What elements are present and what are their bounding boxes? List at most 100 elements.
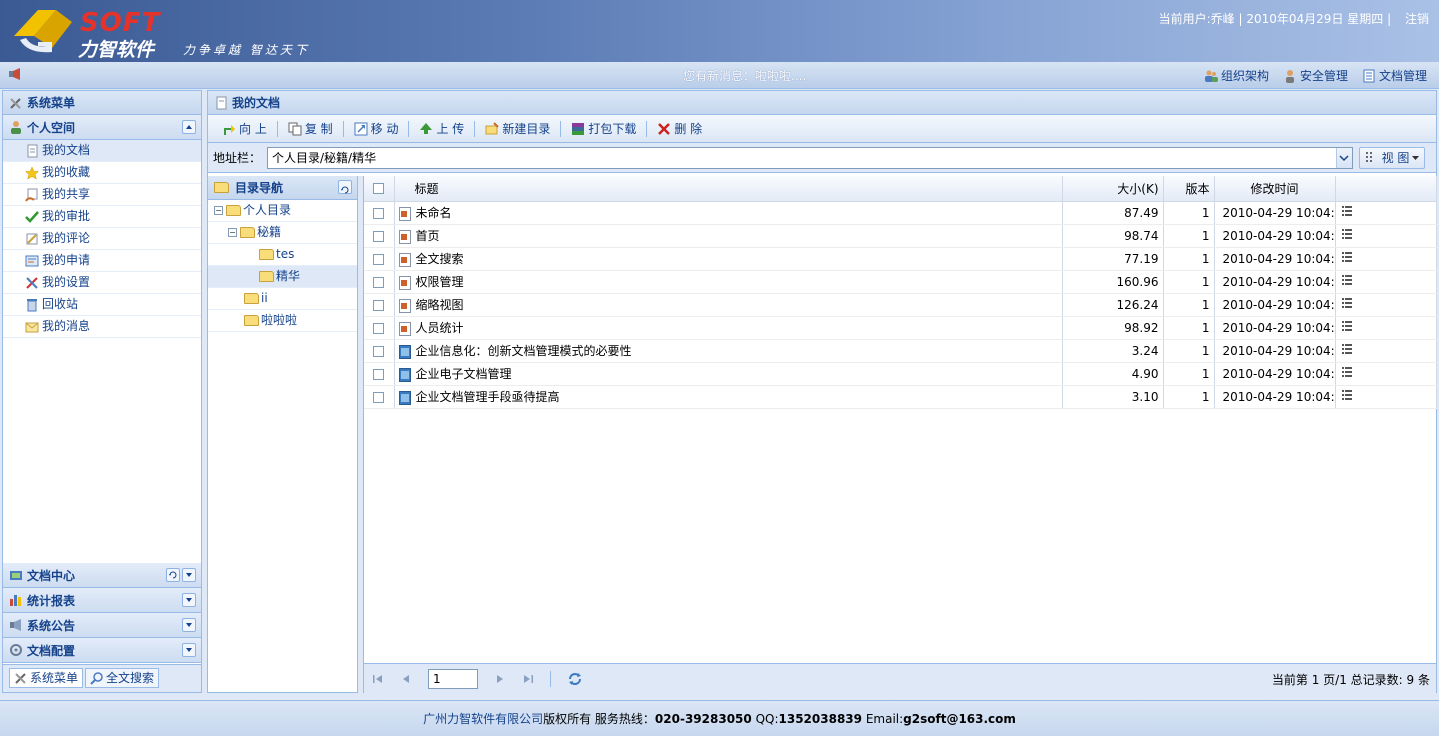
table-row[interactable]: 企业电子文档管理 4.9012010-04-29 10:04:42 xyxy=(364,362,1437,386)
system-notice-header[interactable]: 系统公告 xyxy=(3,613,201,638)
new-message-text[interactable]: 您有新消息：啦啦啦.... xyxy=(683,67,806,84)
refresh-icon[interactable] xyxy=(567,671,583,687)
row-checkbox[interactable] xyxy=(373,230,385,242)
row-checkbox[interactable] xyxy=(373,322,385,334)
footer-company[interactable]: 广州力智软件有限公司 xyxy=(423,712,543,726)
row-select-cell[interactable] xyxy=(364,339,395,363)
view-button[interactable]: 视 图 xyxy=(1359,146,1426,169)
row-actions-cell[interactable] xyxy=(1335,201,1437,225)
details-icon[interactable] xyxy=(1340,227,1354,241)
menu-item-my-approvals[interactable]: 我的审批 xyxy=(3,206,201,228)
row-actions-cell[interactable] xyxy=(1335,247,1437,271)
row-title[interactable]: 企业文档管理手段亟待提高 xyxy=(416,390,560,404)
select-all-header[interactable] xyxy=(364,176,395,202)
address-dropdown-icon[interactable] xyxy=(1336,147,1353,168)
tree-node-ii[interactable]: ii xyxy=(208,288,357,310)
tab-system-menu[interactable]: 系统菜单 xyxy=(9,668,84,688)
table-row[interactable]: 未命名 87.4912010-04-29 10:04:43 xyxy=(364,201,1437,225)
row-title-cell[interactable]: 首页 xyxy=(394,224,1063,248)
delete-button[interactable]: 删 除 xyxy=(649,118,710,140)
row-actions-cell[interactable] xyxy=(1335,224,1437,248)
menu-item-my-messages[interactable]: 我的消息 xyxy=(3,316,201,338)
menu-item-my-applications[interactable]: 我的申请 xyxy=(3,250,201,272)
details-icon[interactable] xyxy=(1340,365,1354,379)
menu-item-recycle-bin[interactable]: 回收站 xyxy=(3,294,201,316)
logout-link[interactable]: 注销 xyxy=(1405,12,1429,26)
select-all-checkbox[interactable] xyxy=(373,183,385,195)
new-folder-button[interactable]: 新建目录 xyxy=(477,118,558,140)
row-title-cell[interactable]: 权限管理 xyxy=(394,270,1063,294)
upload-button[interactable]: 上 传 xyxy=(411,118,472,140)
row-title-cell[interactable]: 企业电子文档管理 xyxy=(394,362,1063,386)
prev-page-icon[interactable] xyxy=(400,673,412,685)
column-version[interactable]: 版本 xyxy=(1163,176,1215,202)
document-config-header[interactable]: 文档配置 xyxy=(3,638,201,663)
document-management-link[interactable]: 文档管理 xyxy=(1362,67,1427,84)
row-title[interactable]: 人员统计 xyxy=(416,321,464,335)
package-download-button[interactable]: 打包下载 xyxy=(563,118,644,140)
row-select-cell[interactable] xyxy=(364,201,395,225)
details-icon[interactable] xyxy=(1340,388,1354,402)
row-title-cell[interactable]: 缩略视图 xyxy=(394,293,1063,317)
menu-item-my-favorites[interactable]: 我的收藏 xyxy=(3,162,201,184)
collapse-up-icon[interactable] xyxy=(182,120,196,134)
refresh-icon[interactable] xyxy=(338,180,352,194)
column-modified[interactable]: 修改时间 xyxy=(1214,176,1336,202)
table-row[interactable]: 首页 98.7412010-04-29 10:04:43 xyxy=(364,224,1437,248)
row-checkbox[interactable] xyxy=(373,207,385,219)
copy-button[interactable]: 复 制 xyxy=(280,118,341,140)
table-row[interactable]: 企业文档管理手段亟待提高 3.1012010-04-29 10:04:41 xyxy=(364,385,1437,409)
expand-down-icon[interactable] xyxy=(182,593,196,607)
expand-down-icon[interactable] xyxy=(182,618,196,632)
up-button[interactable]: 向 上 xyxy=(214,118,275,140)
row-checkbox[interactable] xyxy=(373,391,385,403)
row-title-cell[interactable]: 人员统计 xyxy=(394,316,1063,340)
row-actions-cell[interactable] xyxy=(1335,385,1437,409)
row-actions-cell[interactable] xyxy=(1335,362,1437,386)
details-icon[interactable] xyxy=(1340,204,1354,218)
row-title[interactable]: 企业信息化：创新文档管理模式的必要性 xyxy=(416,344,632,358)
row-select-cell[interactable] xyxy=(364,293,395,317)
row-title-cell[interactable]: 企业文档管理手段亟待提高 xyxy=(394,385,1063,409)
row-actions-cell[interactable] xyxy=(1335,270,1437,294)
details-icon[interactable] xyxy=(1340,296,1354,310)
row-checkbox[interactable] xyxy=(373,276,385,288)
row-select-cell[interactable] xyxy=(364,385,395,409)
table-row[interactable]: 缩略视图 126.2412010-04-29 10:04:43 xyxy=(364,293,1437,317)
document-center-header[interactable]: 文档中心 xyxy=(3,563,201,588)
row-checkbox[interactable] xyxy=(373,253,385,265)
table-row[interactable]: 全文搜索 77.1912010-04-29 10:04:42 xyxy=(364,247,1437,271)
row-select-cell[interactable] xyxy=(364,362,395,386)
row-select-cell[interactable] xyxy=(364,316,395,340)
menu-item-my-shares[interactable]: 我的共享 xyxy=(3,184,201,206)
row-title[interactable]: 企业电子文档管理 xyxy=(416,367,512,381)
personal-space-header[interactable]: 个人空间 xyxy=(3,115,201,140)
statistics-report-header[interactable]: 统计报表 xyxy=(3,588,201,613)
row-select-cell[interactable] xyxy=(364,270,395,294)
row-select-cell[interactable] xyxy=(364,247,395,271)
org-structure-link[interactable]: 组织架构 xyxy=(1204,67,1269,84)
move-button[interactable]: 移 动 xyxy=(346,118,407,140)
column-title[interactable]: 标题 xyxy=(394,176,1063,202)
table-row[interactable]: 人员统计 98.9212010-04-29 10:04:43 xyxy=(364,316,1437,340)
table-row[interactable]: 权限管理 160.9612010-04-29 10:04:43 xyxy=(364,270,1437,294)
row-title[interactable]: 权限管理 xyxy=(416,275,464,289)
menu-item-my-settings[interactable]: 我的设置 xyxy=(3,272,201,294)
column-size[interactable]: 大小(K) xyxy=(1062,176,1164,202)
tree-node-secrets[interactable]: − 秘籍 xyxy=(208,222,357,244)
details-icon[interactable] xyxy=(1340,250,1354,264)
row-title[interactable]: 首页 xyxy=(416,229,440,243)
row-checkbox[interactable] xyxy=(373,299,385,311)
row-title[interactable]: 全文搜索 xyxy=(416,252,464,266)
expand-down-icon[interactable] xyxy=(182,643,196,657)
tree-node-essence[interactable]: 精华 xyxy=(208,266,357,288)
details-icon[interactable] xyxy=(1340,273,1354,287)
menu-item-my-comments[interactable]: 我的评论 xyxy=(3,228,201,250)
table-row[interactable]: 企业信息化：创新文档管理模式的必要性 3.24 1 2010-04-29 10:04:… xyxy=(364,339,1437,363)
refresh-icon[interactable] xyxy=(166,568,180,582)
tree-node-lalala[interactable]: 啦啦啦 xyxy=(208,310,357,332)
row-actions-cell[interactable] xyxy=(1335,316,1437,340)
tab-fulltext-search[interactable]: 全文搜索 xyxy=(85,668,160,688)
details-icon[interactable] xyxy=(1340,319,1354,333)
row-title-cell[interactable]: 全文搜索 xyxy=(394,247,1063,271)
